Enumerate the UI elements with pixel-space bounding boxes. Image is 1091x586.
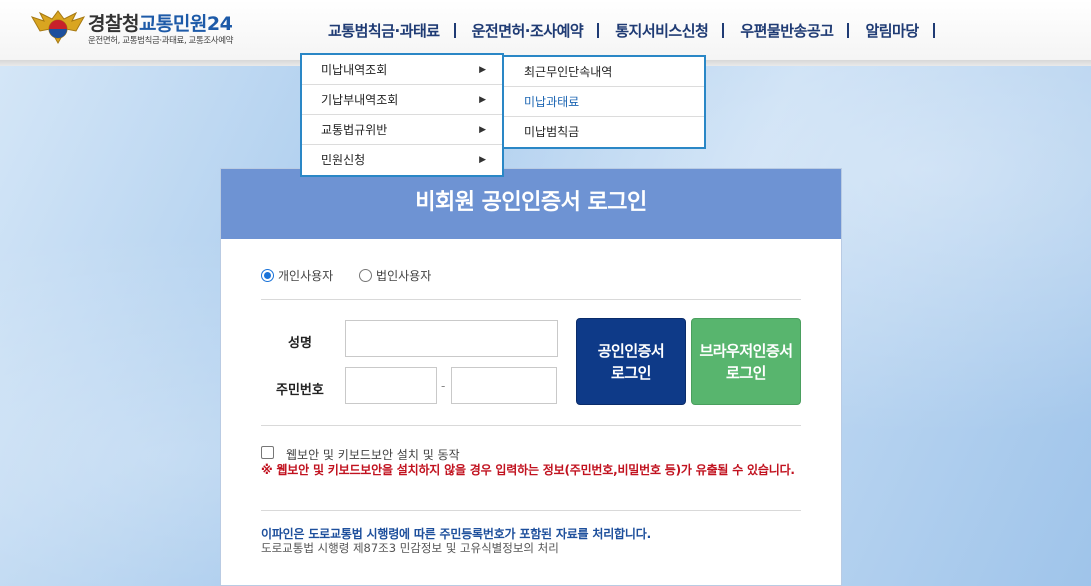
- panel-title: 비회원 공인인증서 로그인: [221, 169, 841, 239]
- nav-returned-mail[interactable]: 우편물반송공고: [724, 20, 850, 42]
- site-logo[interactable]: 경찰청교통민원24 운전면허, 교통범칙금·과태료, 교통조사예약: [30, 9, 270, 49]
- radio-personal[interactable]: [261, 269, 274, 282]
- triangle-right-icon: ▶: [479, 125, 486, 135]
- menu-item-paid-inquiry[interactable]: 기납부내역조회 ▶: [302, 85, 502, 115]
- nav-notification-service[interactable]: 통지서비스신청: [599, 20, 725, 42]
- triangle-right-icon: ▶: [479, 95, 486, 105]
- browser-cert-login-button[interactable]: 브라우저인증서 로그인: [691, 318, 801, 405]
- divider: [261, 425, 801, 426]
- triangle-right-icon: ▶: [479, 65, 486, 75]
- police-emblem-icon: [30, 10, 86, 45]
- rrn-label: 주민번호: [276, 383, 324, 398]
- privacy-legal-basis: 도로교통법 시행령 제87조3 민감정보 및 고유식별정보의 처리: [261, 541, 559, 555]
- nav-license-reservation[interactable]: 운전면허·조사예약: [456, 20, 600, 42]
- radio-corporate[interactable]: [359, 269, 373, 282]
- cert-login-button[interactable]: 공인인증서 로그인: [576, 318, 686, 405]
- rrn-back-input[interactable]: [451, 367, 557, 404]
- menu-item-traffic-violation[interactable]: 교통법규위반 ▶: [302, 115, 502, 145]
- rrn-separator: -: [441, 379, 446, 393]
- radio-personal-label[interactable]: 개인사용자: [278, 269, 333, 283]
- divider: [261, 510, 801, 511]
- logo-subtitle: 운전면허, 교통범칙금·과태료, 교통조사예약: [88, 36, 234, 46]
- menu-item-petition[interactable]: 민원신청 ▶: [302, 145, 502, 175]
- logo-title: 경찰청교통민원24: [88, 13, 233, 35]
- submenu-unpaid-fines[interactable]: 미납과태료: [504, 87, 704, 117]
- main-navigation: 교통범칙금·과태료 운전면허·조사예약 통지서비스신청 우편물반송공고 알림마당: [312, 20, 935, 44]
- divider: [261, 299, 801, 300]
- triangle-right-icon: ▶: [479, 155, 486, 165]
- security-install-label[interactable]: 웹보안 및 키보드보안 설치 및 동작: [286, 446, 460, 463]
- security-install-checkbox[interactable]: [261, 446, 274, 459]
- submenu-recent-enforcement[interactable]: 최근무인단속내역: [504, 57, 704, 87]
- rrn-front-input[interactable]: [345, 367, 437, 404]
- user-type-radio-group: 개인사용자 법인사용자: [261, 267, 453, 284]
- radio-corporate-label[interactable]: 법인사용자: [376, 269, 431, 283]
- nav-fines-penalties[interactable]: 교통범칙금·과태료: [312, 20, 456, 42]
- security-warning: ※ 웹보안 및 키보드보안을 설치하지 않을 경우 입력하는 정보(주민번호,비…: [261, 463, 795, 477]
- login-panel: 비회원 공인인증서 로그인 개인사용자 법인사용자 성명 주민번호 - 공인인증…: [220, 168, 842, 586]
- menu-item-unpaid-inquiry[interactable]: 미납내역조회 ▶: [302, 55, 502, 85]
- unpaid-submenu: 최근무인단속내역 미납과태료 미납범칙금: [502, 55, 706, 149]
- name-input[interactable]: [345, 320, 558, 357]
- fines-dropdown-menu: 미납내역조회 ▶ 기납부내역조회 ▶ 교통법규위반 ▶ 민원신청 ▶: [300, 53, 504, 177]
- nav-notice-board[interactable]: 알림마당: [849, 20, 935, 42]
- submenu-unpaid-penalties[interactable]: 미납범칙금: [504, 117, 704, 147]
- name-label: 성명: [288, 336, 312, 351]
